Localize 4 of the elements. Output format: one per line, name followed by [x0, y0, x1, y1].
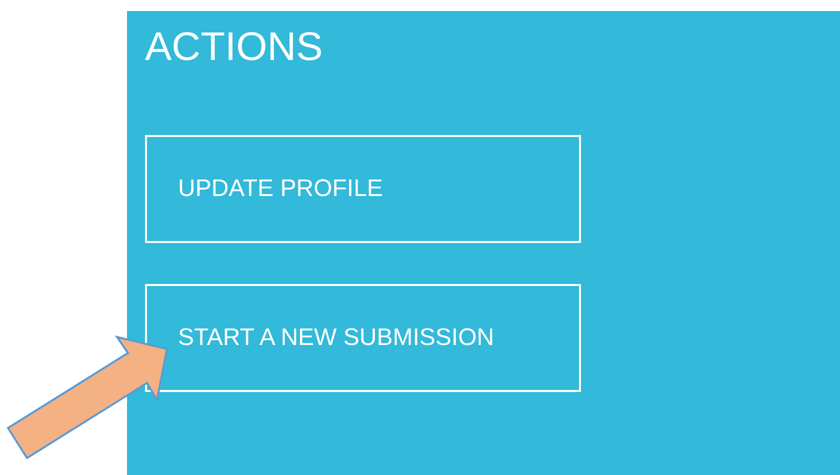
arrow-icon [6, 335, 168, 460]
action-button[interactable]: START A NEW SUBMISSION [145, 284, 581, 392]
panel-title: ACTIONS [145, 25, 323, 69]
action-button[interactable]: UPDATE PROFILE [145, 135, 581, 243]
